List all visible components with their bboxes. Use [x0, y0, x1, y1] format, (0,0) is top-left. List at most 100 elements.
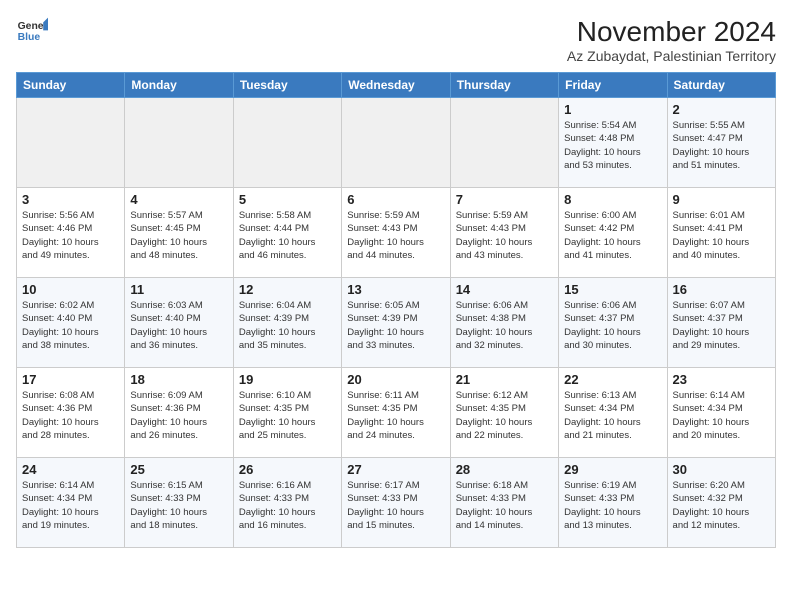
day-info: Sunrise: 5:54 AM Sunset: 4:48 PM Dayligh… — [564, 119, 661, 172]
calendar-cell: 1 Sunrise: 5:54 AM Sunset: 4:48 PM Daylig… — [559, 98, 667, 188]
calendar-cell: 25 Sunrise: 6:15 AM Sunset: 4:33 PM Dayli… — [125, 458, 233, 548]
day-number: 8 — [564, 192, 661, 207]
weekday-header: Friday — [559, 73, 667, 98]
calendar-table: SundayMondayTuesdayWednesdayThursdayFrid… — [16, 72, 776, 548]
day-info: Sunrise: 5:59 AM Sunset: 4:43 PM Dayligh… — [347, 209, 444, 262]
calendar-cell: 21 Sunrise: 6:12 AM Sunset: 4:35 PM Dayli… — [450, 368, 558, 458]
day-number: 17 — [22, 372, 119, 387]
day-number: 26 — [239, 462, 336, 477]
day-info: Sunrise: 6:06 AM Sunset: 4:38 PM Dayligh… — [456, 299, 553, 352]
calendar-week-row: 24 Sunrise: 6:14 AM Sunset: 4:34 PM Dayli… — [17, 458, 776, 548]
calendar-cell: 15 Sunrise: 6:06 AM Sunset: 4:37 PM Dayli… — [559, 278, 667, 368]
day-number: 15 — [564, 282, 661, 297]
calendar-cell: 4 Sunrise: 5:57 AM Sunset: 4:45 PM Daylig… — [125, 188, 233, 278]
day-info: Sunrise: 6:11 AM Sunset: 4:35 PM Dayligh… — [347, 389, 444, 442]
day-info: Sunrise: 5:57 AM Sunset: 4:45 PM Dayligh… — [130, 209, 227, 262]
month-title: November 2024 — [567, 16, 776, 48]
day-number: 2 — [673, 102, 770, 117]
calendar-cell: 27 Sunrise: 6:17 AM Sunset: 4:33 PM Dayli… — [342, 458, 450, 548]
day-info: Sunrise: 6:13 AM Sunset: 4:34 PM Dayligh… — [564, 389, 661, 442]
calendar-cell: 23 Sunrise: 6:14 AM Sunset: 4:34 PM Dayli… — [667, 368, 775, 458]
calendar-cell: 7 Sunrise: 5:59 AM Sunset: 4:43 PM Daylig… — [450, 188, 558, 278]
day-number: 18 — [130, 372, 227, 387]
calendar-cell: 28Sunrise: 6:18 AM Sunset: 4:33 PM Dayli… — [450, 458, 558, 548]
calendar-cell: 13Sunrise: 6:05 AM Sunset: 4:39 PM Dayli… — [342, 278, 450, 368]
calendar-cell: 10Sunrise: 6:02 AM Sunset: 4:40 PM Dayli… — [17, 278, 125, 368]
calendar-cell: 16Sunrise: 6:07 AM Sunset: 4:37 PM Dayli… — [667, 278, 775, 368]
calendar-week-row: 3Sunrise: 5:56 AM Sunset: 4:46 PM Daylig… — [17, 188, 776, 278]
day-info: Sunrise: 6:12 AM Sunset: 4:35 PM Dayligh… — [456, 389, 553, 442]
day-number: 11 — [130, 282, 227, 297]
calendar-cell: 17 Sunrise: 6:08 AM Sunset: 4:36 PM Dayli… — [17, 368, 125, 458]
day-number: 13 — [347, 282, 444, 297]
day-info: Sunrise: 6:06 AM Sunset: 4:37 PM Dayligh… — [564, 299, 661, 352]
calendar-cell — [233, 98, 341, 188]
day-number: 19 — [239, 372, 336, 387]
weekday-header: Thursday — [450, 73, 558, 98]
day-info: Sunrise: 6:16 AM Sunset: 4:33 PM Dayligh… — [239, 479, 336, 532]
day-number: 7 — [456, 192, 553, 207]
day-info: Sunrise: 6:04 AM Sunset: 4:39 PM Dayligh… — [239, 299, 336, 352]
weekday-header: Monday — [125, 73, 233, 98]
day-info: Sunrise: 6:02 AM Sunset: 4:40 PM Dayligh… — [22, 299, 119, 352]
calendar-cell: 26 Sunrise: 6:16 AM Sunset: 4:33 PM Dayli… — [233, 458, 341, 548]
weekday-header: Tuesday — [233, 73, 341, 98]
day-number: 28 — [456, 462, 553, 477]
day-number: 30 — [673, 462, 770, 477]
day-info: Sunrise: 6:01 AM Sunset: 4:41 PM Dayligh… — [673, 209, 770, 262]
day-info: Sunrise: 6:09 AM Sunset: 4:36 PM Dayligh… — [130, 389, 227, 442]
day-info: Sunrise: 6:19 AM Sunset: 4:33 PM Dayligh… — [564, 479, 661, 532]
logo-icon: General Blue — [16, 16, 48, 44]
day-info: Sunrise: 6:08 AM Sunset: 4:36 PM Dayligh… — [22, 389, 119, 442]
calendar-cell: 30Sunrise: 6:20 AM Sunset: 4:32 PM Dayli… — [667, 458, 775, 548]
calendar-cell: 29Sunrise: 6:19 AM Sunset: 4:33 PM Dayli… — [559, 458, 667, 548]
day-number: 14 — [456, 282, 553, 297]
day-info: Sunrise: 6:00 AM Sunset: 4:42 PM Dayligh… — [564, 209, 661, 262]
day-number: 22 — [564, 372, 661, 387]
day-info: Sunrise: 6:14 AM Sunset: 4:34 PM Dayligh… — [22, 479, 119, 532]
weekday-header: Sunday — [17, 73, 125, 98]
calendar-cell: 20 Sunrise: 6:11 AM Sunset: 4:35 PM Dayli… — [342, 368, 450, 458]
calendar-cell: 22 Sunrise: 6:13 AM Sunset: 4:34 PM Dayli… — [559, 368, 667, 458]
weekday-header: Saturday — [667, 73, 775, 98]
day-number: 24 — [22, 462, 119, 477]
calendar-cell — [450, 98, 558, 188]
logo: General Blue — [16, 16, 48, 44]
weekday-header: Wednesday — [342, 73, 450, 98]
day-number: 9 — [673, 192, 770, 207]
day-number: 23 — [673, 372, 770, 387]
day-info: Sunrise: 6:10 AM Sunset: 4:35 PM Dayligh… — [239, 389, 336, 442]
day-info: Sunrise: 6:07 AM Sunset: 4:37 PM Dayligh… — [673, 299, 770, 352]
calendar-cell — [125, 98, 233, 188]
calendar-cell: 9 Sunrise: 6:01 AM Sunset: 4:41 PM Daylig… — [667, 188, 775, 278]
day-number: 21 — [456, 372, 553, 387]
calendar-week-row: 10Sunrise: 6:02 AM Sunset: 4:40 PM Dayli… — [17, 278, 776, 368]
day-info: Sunrise: 6:15 AM Sunset: 4:33 PM Dayligh… — [130, 479, 227, 532]
calendar-week-row: 17 Sunrise: 6:08 AM Sunset: 4:36 PM Dayli… — [17, 368, 776, 458]
calendar-cell: 11 Sunrise: 6:03 AM Sunset: 4:40 PM Dayli… — [125, 278, 233, 368]
calendar-cell: 19 Sunrise: 6:10 AM Sunset: 4:35 PM Dayli… — [233, 368, 341, 458]
calendar-cell: 18 Sunrise: 6:09 AM Sunset: 4:36 PM Dayli… — [125, 368, 233, 458]
day-number: 12 — [239, 282, 336, 297]
day-number: 1 — [564, 102, 661, 117]
location-subtitle: Az Zubaydat, Palestinian Territory — [567, 48, 776, 64]
calendar-cell: 3Sunrise: 5:56 AM Sunset: 4:46 PM Daylig… — [17, 188, 125, 278]
calendar-cell: 12 Sunrise: 6:04 AM Sunset: 4:39 PM Dayli… — [233, 278, 341, 368]
calendar-cell: 24 Sunrise: 6:14 AM Sunset: 4:34 PM Dayli… — [17, 458, 125, 548]
day-info: Sunrise: 5:59 AM Sunset: 4:43 PM Dayligh… — [456, 209, 553, 262]
day-number: 4 — [130, 192, 227, 207]
day-number: 25 — [130, 462, 227, 477]
title-block: November 2024 Az Zubaydat, Palestinian T… — [567, 16, 776, 64]
calendar-cell — [342, 98, 450, 188]
calendar-cell: 5Sunrise: 5:58 AM Sunset: 4:44 PM Daylig… — [233, 188, 341, 278]
day-info: Sunrise: 6:17 AM Sunset: 4:33 PM Dayligh… — [347, 479, 444, 532]
calendar-cell: 8 Sunrise: 6:00 AM Sunset: 4:42 PM Daylig… — [559, 188, 667, 278]
day-number: 20 — [347, 372, 444, 387]
calendar-week-row: 1 Sunrise: 5:54 AM Sunset: 4:48 PM Daylig… — [17, 98, 776, 188]
day-info: Sunrise: 6:14 AM Sunset: 4:34 PM Dayligh… — [673, 389, 770, 442]
day-number: 3 — [22, 192, 119, 207]
svg-text:Blue: Blue — [18, 32, 41, 43]
day-info: Sunrise: 6:03 AM Sunset: 4:40 PM Dayligh… — [130, 299, 227, 352]
day-info: Sunrise: 5:58 AM Sunset: 4:44 PM Dayligh… — [239, 209, 336, 262]
day-number: 27 — [347, 462, 444, 477]
